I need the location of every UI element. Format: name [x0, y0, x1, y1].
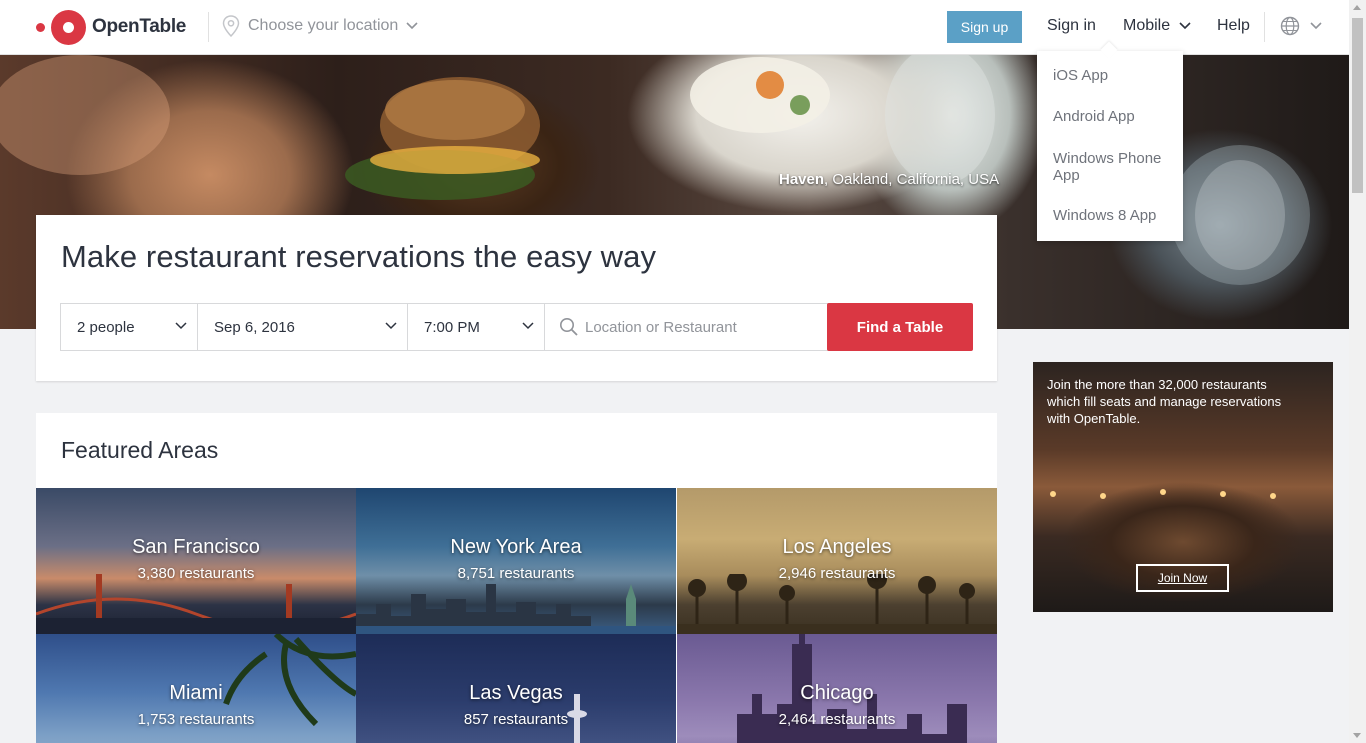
logo-wordmark: OpenTable — [92, 16, 187, 37]
area-tile-los-angeles[interactable]: Los Angeles 2,946 restaurants — [677, 488, 997, 634]
party-size-select[interactable]: 2 people — [60, 303, 198, 351]
hero-caption: Haven, Oakland, California, USA — [779, 171, 999, 188]
time-select[interactable]: 7:00 PM — [407, 303, 545, 351]
location-restaurant-input[interactable]: Location or Restaurant — [544, 303, 828, 351]
search-placeholder: Location or Restaurant — [585, 318, 737, 336]
featured-areas-section: Featured Areas San Francisco 3,380 resta… — [36, 413, 997, 743]
area-tile-miami[interactable]: Miami 1,753 restaurants — [36, 634, 356, 743]
area-name: San Francisco — [132, 536, 260, 558]
chevron-down-icon — [175, 322, 187, 330]
menu-item-windows-8-app[interactable]: Windows 8 App — [1053, 207, 1173, 224]
area-name: Las Vegas — [469, 682, 563, 704]
area-name: New York Area — [450, 536, 582, 558]
search-card: Make restaurant reservations the easy wa… — [36, 215, 997, 381]
area-name: Miami — [169, 682, 223, 704]
area-tile-new-york[interactable]: New York Area 8,751 restaurants — [356, 488, 676, 634]
restaurant-promo-banner[interactable]: Join the more than 32,000 restaurants wh… — [1033, 362, 1333, 612]
menu-item-android-app[interactable]: Android App — [1053, 108, 1173, 125]
header-divider — [1264, 12, 1265, 42]
date-picker[interactable]: Sep 6, 2016 — [197, 303, 408, 351]
location-placeholder: Choose your location — [248, 17, 399, 34]
area-name: Los Angeles — [782, 536, 892, 558]
page-scrollbar[interactable] — [1349, 0, 1366, 743]
find-table-button[interactable]: Find a Table — [827, 303, 973, 351]
logo-dot — [36, 22, 45, 32]
promo-text: Join the more than 32,000 restaurants wh… — [1047, 377, 1282, 426]
chevron-down-icon — [406, 22, 418, 30]
header-divider — [208, 12, 209, 42]
area-count: 1,753 restaurants — [137, 711, 255, 728]
scroll-down-arrow-icon[interactable] — [1353, 733, 1361, 738]
area-name: Chicago — [800, 682, 874, 704]
location-picker[interactable]: Choose your location — [222, 15, 426, 37]
globe-icon — [1280, 16, 1300, 36]
area-count: 8,751 restaurants — [457, 565, 575, 582]
pendant-lamps — [1050, 489, 1276, 499]
area-tile-las-vegas[interactable]: Las Vegas 857 restaurants — [356, 634, 676, 743]
scrollbar-thumb[interactable] — [1352, 18, 1363, 193]
page-title: Make restaurant reservations the easy wa… — [61, 239, 657, 274]
featured-areas-title: Featured Areas — [61, 437, 219, 463]
logo-ring-icon — [51, 9, 86, 45]
date-value: Sep 6, 2016 — [214, 318, 295, 336]
join-now-button[interactable]: Join Now — [1136, 564, 1229, 592]
mobile-menu-toggle[interactable]: Mobile — [1123, 17, 1191, 35]
sign-up-button[interactable]: Sign up — [947, 11, 1022, 43]
map-pin-icon — [222, 15, 240, 37]
time-value: 7:00 PM — [424, 318, 480, 336]
language-picker[interactable] — [1280, 16, 1322, 36]
mobile-dropdown-menu: iOS App Android App Windows Phone App Wi… — [1037, 51, 1183, 241]
chevron-down-icon — [1310, 22, 1322, 30]
area-count: 2,464 restaurants — [778, 711, 896, 728]
sign-in-link[interactable]: Sign in — [1047, 17, 1096, 35]
area-count: 857 restaurants — [463, 711, 569, 728]
hero-caption-restaurant[interactable]: Haven — [779, 171, 824, 188]
bridge-silhouette — [36, 574, 356, 634]
chevron-down-icon — [522, 322, 534, 330]
chevron-down-icon — [385, 322, 397, 330]
help-link[interactable]: Help — [1217, 17, 1250, 35]
palm-trees-silhouette — [677, 574, 997, 634]
city-skyline — [356, 584, 676, 634]
scroll-up-arrow-icon[interactable] — [1353, 5, 1361, 10]
chevron-down-icon — [1179, 22, 1191, 30]
area-count: 2,946 restaurants — [778, 565, 896, 582]
opentable-logo[interactable]: OpenTable — [36, 9, 186, 45]
area-tile-san-francisco[interactable]: San Francisco 3,380 restaurants — [36, 488, 356, 634]
top-header: OpenTable Choose your location Sign up S… — [0, 0, 1349, 55]
hero-caption-location: , Oakland, California, USA — [824, 171, 1000, 188]
area-count: 3,380 restaurants — [137, 565, 255, 582]
party-size-value: 2 people — [77, 318, 135, 336]
mobile-menu-label: Mobile — [1123, 17, 1171, 34]
menu-item-ios-app[interactable]: iOS App — [1053, 67, 1173, 84]
search-icon — [560, 318, 578, 336]
menu-item-windows-phone-app[interactable]: Windows Phone App — [1053, 150, 1173, 184]
area-tile-chicago[interactable]: Chicago 2,464 restaurants — [677, 634, 997, 743]
